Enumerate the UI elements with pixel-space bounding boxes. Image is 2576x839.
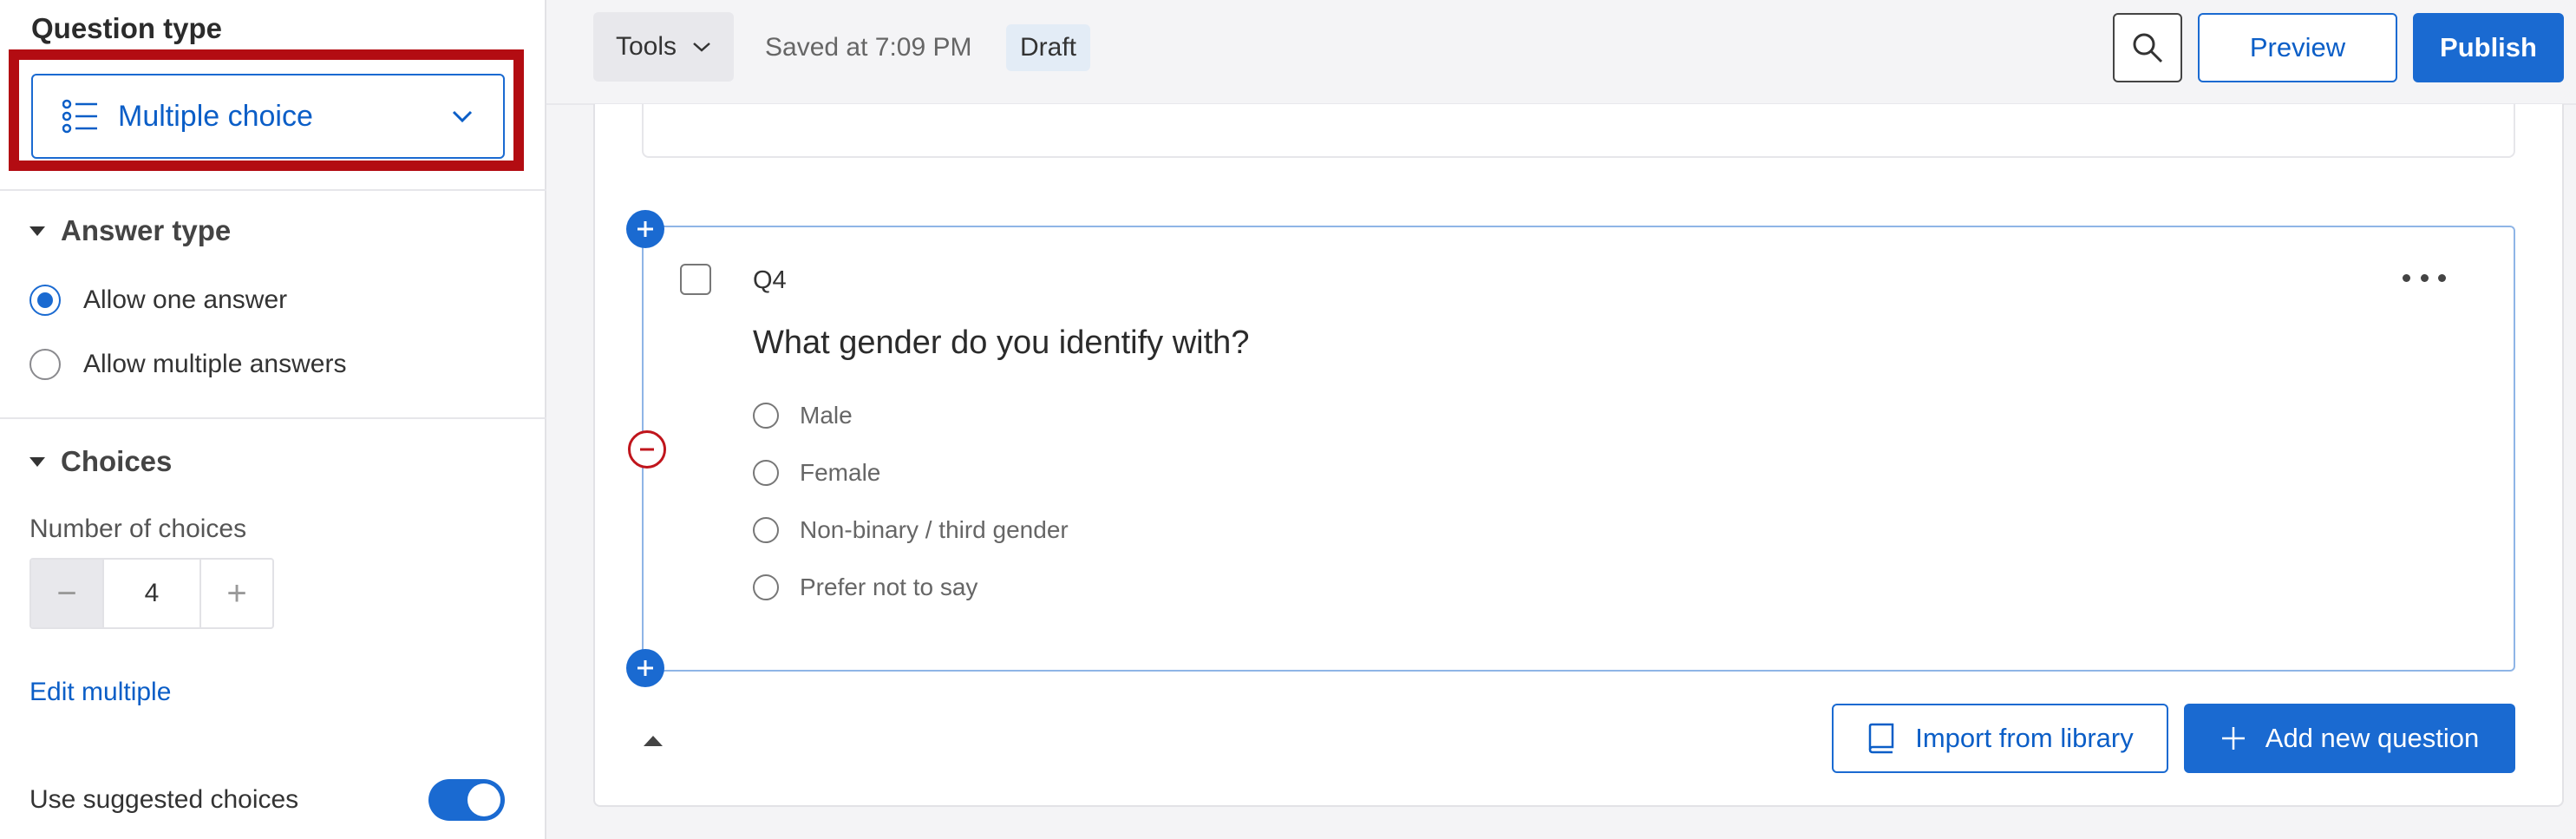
answer-type-section-toggle[interactable]: Answer type: [29, 214, 231, 247]
tools-menu-button[interactable]: Tools: [593, 12, 734, 82]
choice-label[interactable]: Male: [800, 402, 853, 429]
allow-one-answer-label: Allow one answer: [83, 285, 288, 314]
choices-section-toggle[interactable]: Choices: [29, 445, 172, 478]
choice-item[interactable]: Female: [753, 459, 880, 487]
allow-multiple-answers-label: Allow multiple answers: [83, 350, 347, 378]
number-of-choices-label: Number of choices: [29, 515, 247, 543]
caret-down-icon: [29, 226, 45, 236]
choice-label[interactable]: Prefer not to say: [800, 574, 977, 601]
publish-button[interactable]: Publish: [2413, 13, 2564, 82]
answer-type-heading: Answer type: [61, 214, 232, 246]
question-text[interactable]: What gender do you identify with?: [753, 324, 1249, 362]
remove-question-button[interactable]: [628, 430, 666, 469]
remove-icon: [640, 448, 654, 451]
decrement-button[interactable]: −: [31, 560, 102, 627]
question-card[interactable]: [642, 226, 2515, 672]
use-suggested-choices-label: Use suggested choices: [29, 785, 299, 814]
number-of-choices-stepper: − 4 +: [29, 558, 274, 629]
choices-heading: Choices: [61, 445, 173, 477]
import-from-library-button[interactable]: Import from library: [1832, 704, 2168, 773]
plus-icon: [637, 660, 653, 676]
list-icon: [62, 99, 97, 134]
add-new-question-label: Add new question: [2265, 723, 2480, 753]
radio-unselected[interactable]: [753, 574, 779, 600]
preview-button[interactable]: Preview: [2198, 13, 2397, 82]
edit-multiple-link[interactable]: Edit multiple: [29, 678, 171, 707]
choice-label[interactable]: Female: [800, 459, 880, 487]
use-suggested-choices-toggle[interactable]: [428, 779, 505, 821]
more-options-icon[interactable]: [2403, 260, 2446, 295]
radio-selected[interactable]: [29, 285, 61, 316]
plus-icon: [2221, 727, 2245, 750]
collapse-icon[interactable]: [644, 736, 663, 746]
chevron-down-icon: [693, 43, 710, 52]
plus-icon: [637, 221, 653, 237]
previous-question-block[interactable]: [642, 104, 2515, 158]
choice-item[interactable]: Non-binary / third gender: [753, 516, 1069, 544]
radio-unselected[interactable]: [753, 460, 779, 486]
divider: [0, 417, 546, 419]
choice-item[interactable]: Male: [753, 402, 853, 429]
choice-label[interactable]: Non-binary / third gender: [800, 516, 1069, 544]
allow-one-answer-option[interactable]: Allow one answer: [29, 285, 287, 316]
book-icon: [1868, 723, 1894, 754]
choice-item[interactable]: Prefer not to say: [753, 574, 977, 601]
tools-label: Tools: [615, 32, 677, 61]
search-button[interactable]: [2113, 13, 2182, 82]
question-number: Q4: [753, 266, 787, 294]
search-icon: [2133, 33, 2163, 63]
radio-unselected[interactable]: [753, 517, 779, 543]
status-badge: Draft: [1006, 24, 1091, 71]
question-type-value: Multiple choice: [118, 99, 313, 133]
divider: [0, 189, 546, 191]
number-of-choices-value[interactable]: 4: [102, 560, 201, 627]
save-status: Saved at 7:09 PM: [765, 33, 972, 62]
allow-multiple-answers-option[interactable]: Allow multiple answers: [29, 349, 346, 380]
add-new-question-button[interactable]: Add new question: [2184, 704, 2515, 773]
question-type-heading: Question type: [31, 12, 223, 44]
caret-down-icon: [29, 456, 45, 467]
add-below-button[interactable]: [626, 649, 664, 687]
radio-unselected[interactable]: [29, 349, 61, 380]
radio-unselected[interactable]: [753, 403, 779, 429]
add-above-button[interactable]: [626, 210, 664, 248]
import-from-library-label: Import from library: [1915, 723, 2134, 753]
question-settings-panel: Question type Multiple choice Answer typ…: [0, 0, 546, 839]
question-select-checkbox[interactable]: [680, 264, 711, 295]
chevron-down-icon: [452, 110, 473, 123]
question-type-dropdown[interactable]: Multiple choice: [31, 74, 505, 159]
increment-button[interactable]: +: [201, 560, 272, 627]
